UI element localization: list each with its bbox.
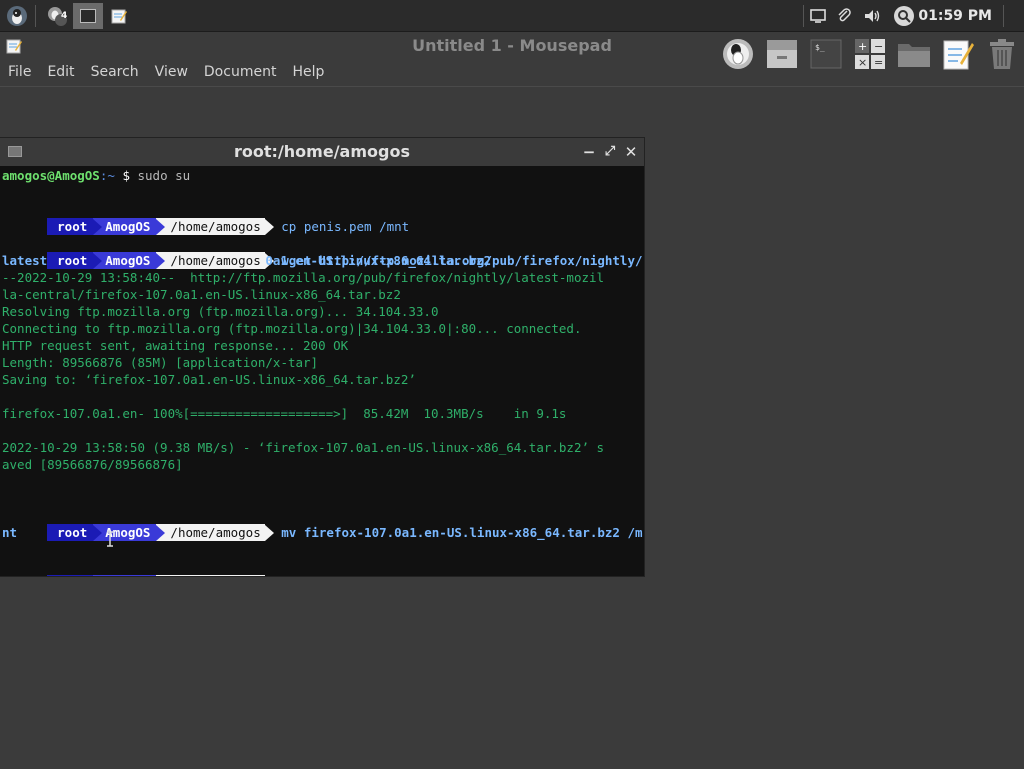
svg-text:$_: $_	[815, 43, 825, 52]
output-line: aved [89566876/89566876]	[2, 457, 183, 472]
penguin-icon	[723, 39, 753, 69]
powerline-prompt: rootAmogOS/home/amogos	[47, 575, 274, 576]
dock-text-editor[interactable]	[938, 34, 978, 74]
prompt-user: root	[47, 218, 94, 235]
ibeam-cursor-icon	[107, 531, 113, 547]
menu-edit[interactable]: Edit	[39, 60, 82, 84]
minimize-button[interactable]: −	[578, 138, 600, 166]
terminal-line: root AmogOS/home/amogos cp penis.pem /mnt	[2, 201, 642, 235]
prompt-host: AmogOS	[93, 524, 157, 541]
menu-file[interactable]: File	[0, 60, 39, 84]
powerline-prompt: rootAmogOS/home/amogos	[47, 252, 274, 269]
penguin-icon	[7, 6, 27, 26]
trash-icon	[990, 39, 1014, 69]
search-icon	[894, 6, 914, 26]
terminal-title: root:/home/amogos	[234, 142, 410, 161]
notepad-icon	[943, 40, 974, 70]
terminal-icon	[80, 9, 96, 23]
terminal-line: root AmogOS/home/amogos wget http://ftp.m…	[2, 235, 643, 269]
command-text: sudo su	[137, 168, 191, 183]
command-text: mv firefox-107.0a1.en-US.linux-x86_64.ta…	[281, 525, 643, 540]
prompt-user: root	[47, 575, 94, 576]
notepad-icon	[111, 9, 127, 24]
prompt-path: /home/amogos	[156, 252, 265, 269]
top-panel: 4 01:59 PM	[0, 0, 1024, 32]
volume-tray-button[interactable]	[861, 4, 885, 28]
output-line: Connecting to ftp.mozilla.org (ftp.mozil…	[2, 321, 582, 336]
taskbar-terminal-button[interactable]	[73, 3, 103, 29]
notification-count: 4	[61, 11, 68, 21]
prompt-cwd: :~	[99, 168, 115, 183]
app-menu-launcher[interactable]	[4, 3, 30, 29]
menu-search[interactable]: Search	[83, 60, 147, 84]
folder-icon	[898, 44, 930, 67]
prompt-path: /home/amogos	[156, 218, 265, 235]
terminal-output[interactable]: amogos@AmogOS:~ $ sudo su root AmogOS/hom…	[0, 166, 644, 576]
command-text: cp penis.pem /mnt	[281, 219, 410, 234]
prompt-userhost: amogos@AmogOS	[2, 168, 100, 183]
dock-file-cabinet[interactable]	[762, 34, 802, 74]
output-line: Saving to: ‘firefox-107.0a1.en-US.linux-…	[2, 372, 416, 387]
clip-tray-button[interactable]	[832, 4, 856, 28]
output-line: Resolving ftp.mozilla.org (ftp.mozilla.o…	[2, 304, 439, 319]
output-line: HTTP request sent, awaiting response... …	[2, 338, 349, 353]
output-line: la-central/firefox-107.0a1.en-US.linux-x…	[2, 287, 401, 302]
clock[interactable]: 01:59 PM	[918, 0, 992, 32]
terminal-titlebar[interactable]: root:/home/amogos − ⤢ ✕	[0, 138, 644, 166]
svg-text:−: −	[874, 40, 883, 53]
menu-bar: File Edit Search View Document Help	[0, 60, 332, 84]
display-tray-button[interactable]	[806, 4, 830, 28]
prompt-user: root	[47, 524, 94, 541]
taskbar-mousepad-button[interactable]	[104, 3, 134, 29]
svg-text:+: +	[858, 40, 867, 53]
dock-penguin-app[interactable]	[718, 34, 758, 74]
powerline-prompt: rootAmogOS/home/amogos	[47, 524, 274, 541]
maximize-button[interactable]: ⤢	[599, 138, 621, 166]
volume-icon	[865, 10, 880, 22]
prompt-host: AmogOS	[93, 575, 157, 576]
powerline-prompt: rootAmogOS/home/amogos	[47, 218, 274, 235]
display-icon	[810, 9, 826, 23]
panel-separator	[1003, 5, 1004, 27]
prompt-user: root	[47, 252, 94, 269]
output-line: Length: 89566876 (85M) [application/x-ta…	[2, 355, 319, 370]
panel-separator	[803, 5, 804, 27]
calculator-icon: + − × =	[855, 39, 885, 69]
panel-separator	[35, 5, 36, 27]
menu-view[interactable]: View	[147, 60, 196, 84]
terminal-window: root:/home/amogos − ⤢ ✕ amogos@AmogOS:~ …	[0, 138, 644, 576]
prompt-path: /home/amogos	[156, 575, 265, 576]
dock-trash[interactable]	[982, 34, 1022, 74]
notification-button[interactable]: 4	[42, 3, 72, 29]
dock-folder[interactable]	[894, 34, 934, 74]
prompt-host: AmogOS	[93, 218, 157, 235]
menu-help[interactable]: Help	[284, 60, 332, 84]
close-button[interactable]: ✕	[620, 138, 642, 166]
svg-text:×: ×	[858, 56, 867, 69]
prompt-dollar: $	[122, 168, 130, 183]
svg-text:=: =	[874, 56, 883, 69]
paperclip-icon	[838, 8, 851, 22]
output-line: 2022-10-29 13:58:50 (9.38 MB/s) - ‘firef…	[2, 440, 605, 455]
dock-calculator[interactable]: + − × =	[850, 34, 890, 74]
output-line: firefox-107.0a1.en- 100%[===============…	[2, 406, 567, 421]
terminal-line: rootAmogOS/home/amogos CD	[2, 558, 642, 576]
prompt-host: AmogOS	[93, 252, 157, 269]
terminal-line: amogos@AmogOS:~ $ sudo su	[2, 167, 642, 184]
terminal-icon: $_	[810, 39, 842, 69]
terminal-icon	[8, 146, 22, 157]
output-line: --2022-10-29 13:58:40-- http://ftp.mozil…	[2, 270, 605, 285]
dock-terminal[interactable]: $_	[806, 34, 846, 74]
menu-document[interactable]: Document	[196, 60, 285, 84]
dock: $_ + − × =	[718, 34, 1022, 74]
search-tray-button[interactable]	[892, 4, 916, 28]
terminal-line: root AmogOS/home/amogos mv firefox-107.0a…	[2, 507, 643, 541]
file-cabinet-icon	[767, 40, 797, 68]
prompt-path: /home/amogos	[156, 524, 265, 541]
